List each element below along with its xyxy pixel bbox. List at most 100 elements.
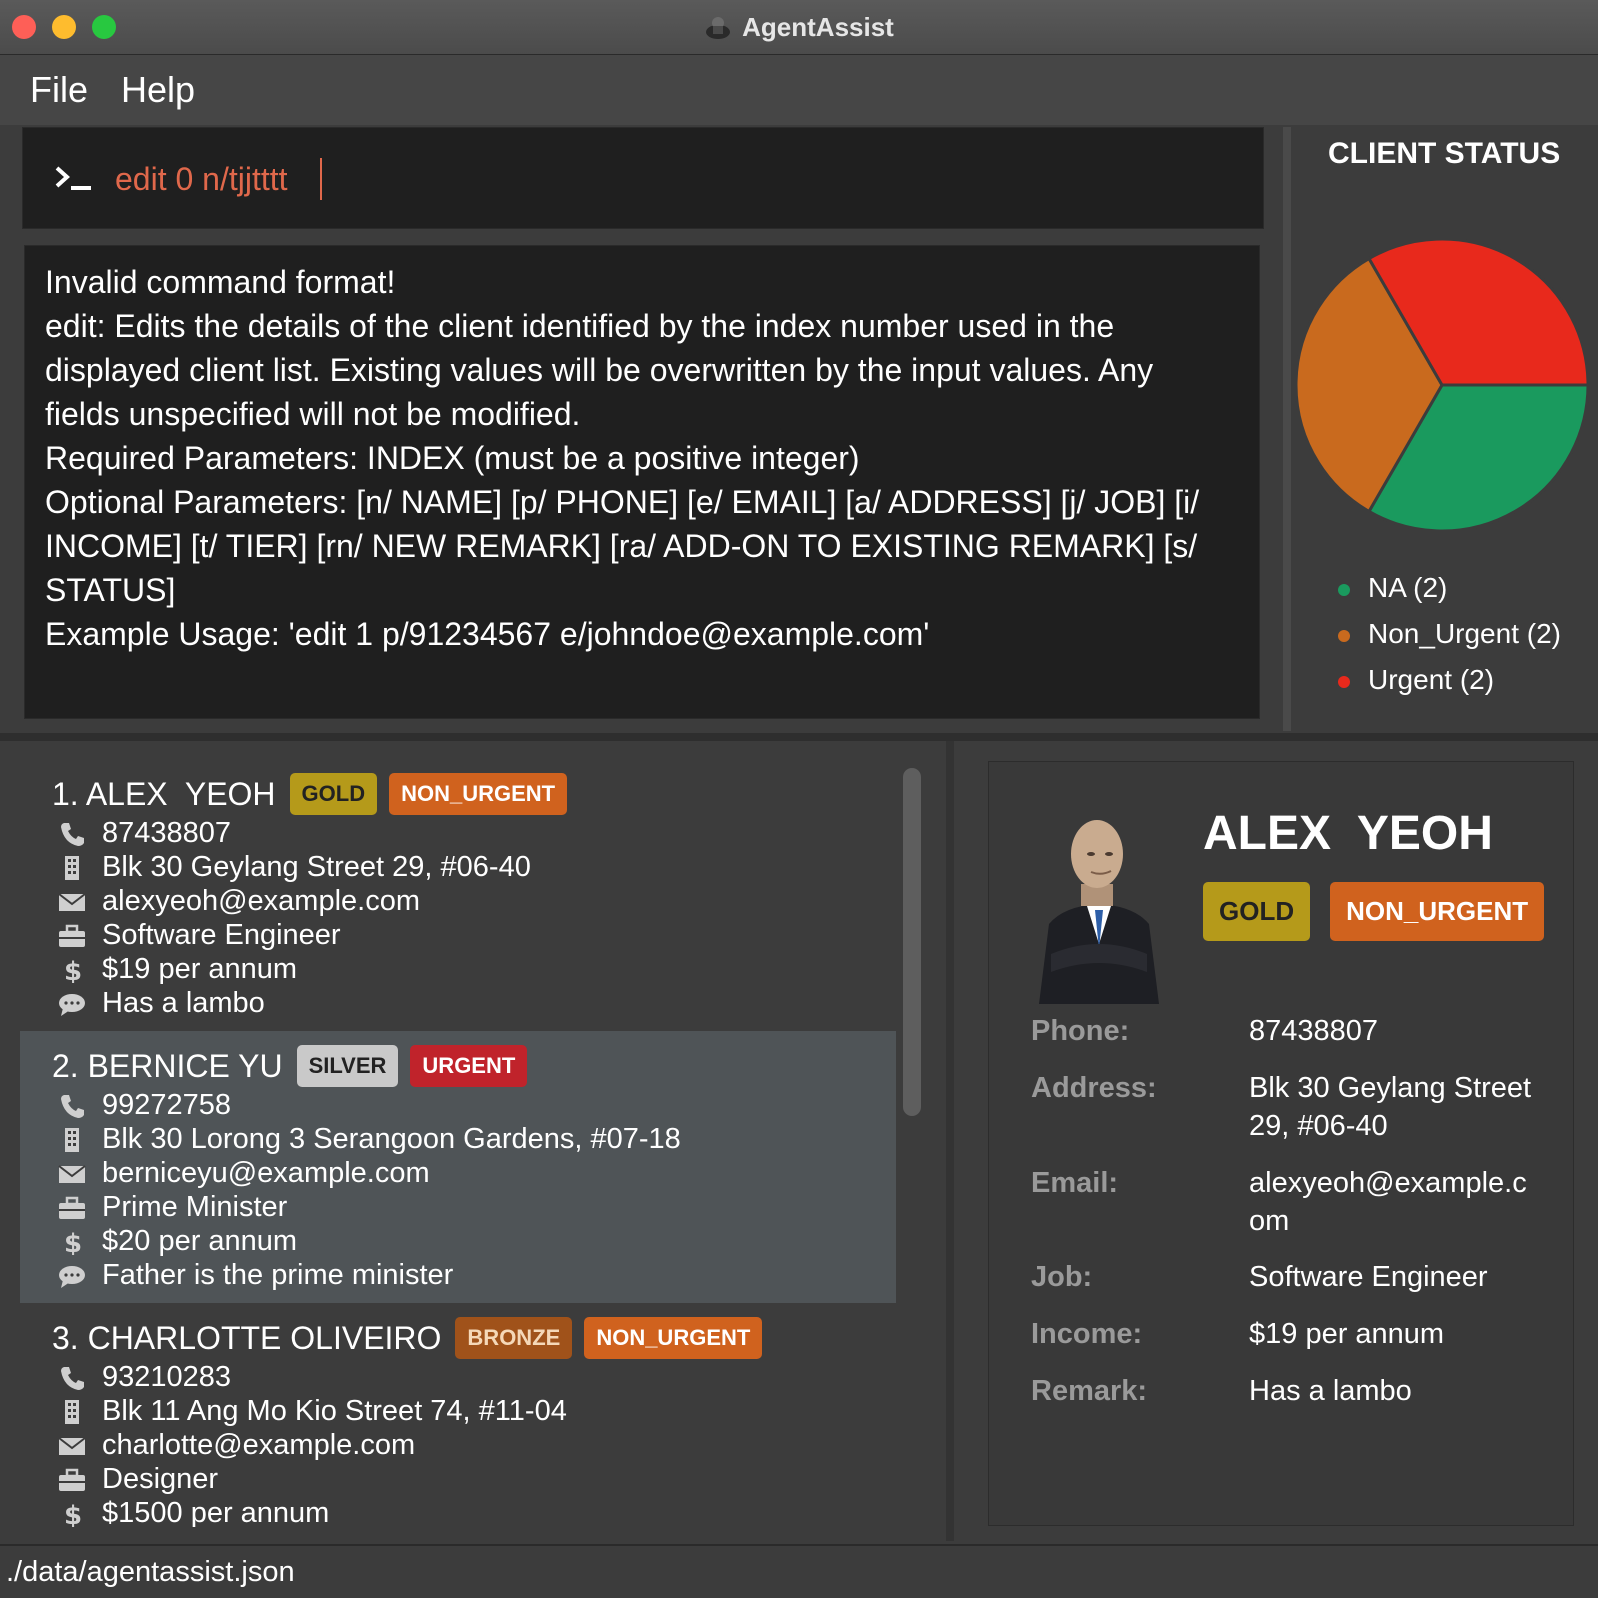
detail-email-label: Email: [1031, 1167, 1119, 1199]
menu-file[interactable]: File [30, 69, 88, 111]
client-address: Blk 30 Geylang Street 29, #06-40 [52, 851, 896, 885]
detail-remark-value: Has a lambo [1249, 1375, 1412, 1407]
result-line: STATUS] [45, 572, 176, 608]
briefcase-icon [59, 1468, 85, 1491]
list-detail-divider[interactable] [946, 741, 954, 1541]
client-income: $ $20 per annum [52, 1225, 896, 1259]
horizontal-divider[interactable] [0, 733, 1598, 741]
client-card[interactable]: 2. BERNICE YU SILVER URGENT 99272758 Blk 30 … [20, 1031, 896, 1303]
client-job-text: Designer [102, 1463, 219, 1495]
window-title-text: AgentAssist [742, 12, 894, 42]
client-remark-text: Father is the prime minister [102, 1259, 454, 1291]
svg-text:$: $ [64, 1501, 82, 1527]
dollar-icon: $ [64, 957, 82, 983]
result-line: Invalid command format! [45, 264, 396, 300]
client-email: charlotte@example.com [52, 1429, 896, 1463]
briefcase-icon [59, 924, 85, 947]
detail-job-label: Job: [1031, 1261, 1093, 1293]
detail-tags: GOLD NON_URGENT [1203, 882, 1564, 941]
result-line: INCOME] [t/ TIER] [rn/ NEW REMARK] [ra/ … [45, 528, 1198, 564]
menu-bar: File Help [0, 55, 1598, 125]
client-list-scrollbar-thumb[interactable] [903, 768, 921, 1116]
data-file-path: ./data/agentassist.json [6, 1556, 295, 1588]
phone-icon [61, 823, 84, 846]
building-icon [65, 1128, 79, 1152]
detail-email-line1: alexyeoh@example.c [1249, 1167, 1527, 1199]
status-tag: NON_URGENT [584, 1317, 763, 1359]
detail-email-line2: om [1249, 1205, 1290, 1237]
text-caret [320, 158, 322, 200]
briefcase-icon [59, 1196, 85, 1219]
detail-income-label: Income: [1031, 1318, 1143, 1350]
status-bar: ./data/agentassist.json [0, 1544, 1598, 1598]
client-address-text: Blk 11 Ang Mo Kio Street 74, #11-04 [102, 1395, 567, 1427]
client-phone-text: 93210283 [102, 1361, 232, 1393]
command-box [22, 127, 1264, 229]
result-display: Invalid command format! edit: Edits the d… [24, 245, 1260, 719]
client-card-header: 3. CHARLOTTE OLIVEIRO BRONZE NON_URGENT [52, 1315, 896, 1361]
client-job-text: Software Engineer [102, 919, 341, 951]
client-name: 1. ALEX YEOH [52, 775, 276, 812]
comment-icon [59, 994, 85, 1016]
client-email-text: charlotte@example.com [102, 1429, 416, 1461]
tier-tag: SILVER [296, 1045, 399, 1087]
detail-address-label: Address: [1031, 1072, 1157, 1104]
detail-tier-tag: GOLD [1203, 882, 1311, 941]
client-status-title: CLIENT STATUS [1328, 137, 1561, 170]
detail-address-line1: Blk 30 Geylang Street [1249, 1072, 1532, 1104]
detail-status-tag: NON_URGENT [1330, 882, 1545, 941]
legend-item: Non_Urgent (2) [1338, 618, 1561, 664]
window-titlebar: AgentAssist [0, 0, 1598, 55]
legend-label: Urgent (2) [1368, 664, 1495, 695]
client-list[interactable]: 1. ALEX YEOH GOLD NON_URGENT 87438807 Blk 30… [20, 759, 896, 1527]
legend-item: NA (2) [1338, 572, 1561, 618]
detail-address-value: Blk 30 Geylang Street 29, #06-40 [1249, 1069, 1539, 1145]
svg-text:$: $ [64, 1229, 82, 1255]
detail-income-value: $19 per annum [1249, 1318, 1445, 1350]
building-icon [65, 1400, 79, 1424]
client-avatar [1039, 820, 1159, 1004]
detail-job-value: Software Engineer [1249, 1261, 1488, 1293]
building-icon [65, 856, 79, 880]
result-line: Optional Parameters: [n/ NAME] [p/ PHONE… [45, 484, 1200, 520]
client-email: alexyeoh@example.com [52, 885, 896, 919]
client-email-text: berniceyu@example.com [102, 1157, 430, 1189]
client-card[interactable]: 3. CHARLOTTE OLIVEIRO BRONZE NON_URGENT 932… [20, 1303, 896, 1527]
detail-remark-label: Remark: [1031, 1375, 1148, 1407]
result-line: edit: Edits the details of the client id… [45, 308, 1115, 344]
client-phone: 99272758 [52, 1089, 896, 1123]
client-job-text: Prime Minister [102, 1191, 288, 1223]
client-income-text: $20 per annum [102, 1225, 298, 1257]
detail-phone-label: Phone: [1031, 1015, 1130, 1047]
menu-help[interactable]: Help [121, 69, 195, 111]
client-card-header: 2. BERNICE YU SILVER URGENT [52, 1043, 896, 1089]
dollar-icon: $ [64, 1229, 82, 1255]
tier-tag: BRONZE [455, 1317, 573, 1359]
client-income-text: $1500 per annum [102, 1497, 330, 1527]
client-phone-text: 99272758 [102, 1089, 232, 1121]
detail-email-value: alexyeoh@example.c om [1249, 1164, 1539, 1240]
client-card-header: 1. ALEX YEOH GOLD NON_URGENT [52, 771, 896, 817]
client-job: Prime Minister [52, 1191, 896, 1225]
client-status-panel: CLIENT STATUS NA (2) Non_Urgent (2) Urgent… [1292, 127, 1598, 731]
panel-divider[interactable] [1283, 127, 1291, 731]
client-income: $ $19 per annum [52, 953, 896, 987]
client-card[interactable]: 1. ALEX YEOH GOLD NON_URGENT 87438807 Blk 30… [20, 759, 896, 1031]
client-address-text: Blk 30 Geylang Street 29, #06-40 [102, 851, 531, 883]
phone-icon [61, 1367, 84, 1390]
client-phone: 93210283 [52, 1361, 896, 1395]
client-remark-text: Has a lambo [102, 987, 265, 1019]
client-remark: Has a lambo [52, 987, 896, 1021]
phone-icon [61, 1095, 84, 1118]
client-address-text: Blk 30 Lorong 3 Serangoon Gardens, #07-1… [102, 1123, 681, 1155]
legend-dot [1338, 584, 1350, 596]
status-tag: NON_URGENT [389, 773, 568, 815]
command-input[interactable] [113, 150, 1217, 208]
detail-address-line2: 29, #06-40 [1249, 1110, 1388, 1142]
client-job: Designer [52, 1463, 896, 1497]
client-job: Software Engineer [52, 919, 896, 953]
chart-legend: NA (2) Non_Urgent (2) Urgent (2) [1338, 572, 1561, 710]
client-phone-text: 87438807 [102, 817, 232, 849]
status-tag: URGENT [410, 1045, 528, 1087]
client-phone: 87438807 [52, 817, 896, 851]
